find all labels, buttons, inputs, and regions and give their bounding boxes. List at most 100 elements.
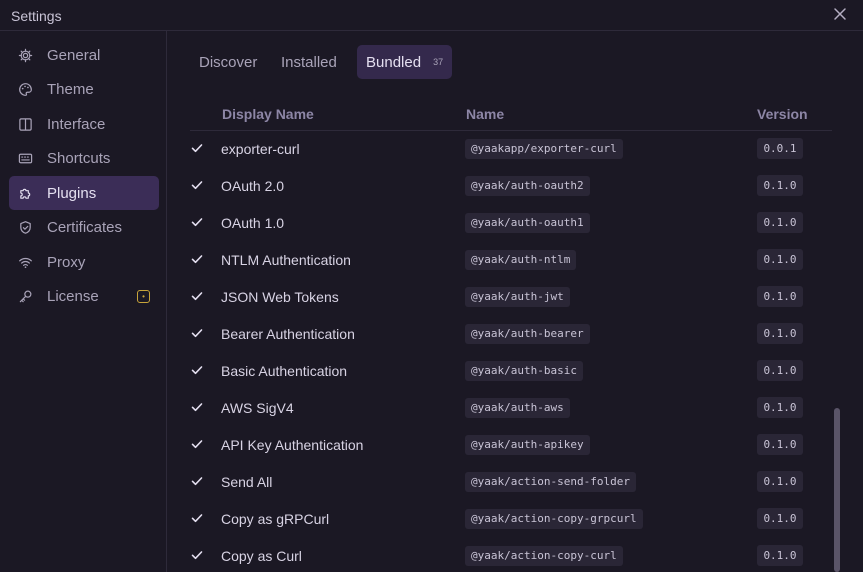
check-icon bbox=[191, 292, 203, 301]
license-warning-badge: • bbox=[137, 290, 150, 303]
plugin-display-name: exporter-curl bbox=[221, 141, 300, 157]
gear-icon bbox=[17, 47, 33, 63]
column-header-name: Name bbox=[466, 106, 505, 122]
table-row[interactable]: Bearer Authentication @yaak/auth-bearer 0.… bbox=[190, 316, 832, 353]
sidebar-item-label: Theme bbox=[47, 80, 94, 98]
plugin-display-name: AWS SigV4 bbox=[221, 400, 294, 416]
sidebar: General Theme Interface Shortcuts Plugin… bbox=[0, 31, 167, 572]
plugin-enabled-checkbox[interactable] bbox=[190, 400, 204, 414]
plugin-version: 0.1.0 bbox=[757, 175, 803, 196]
plugin-enabled-checkbox[interactable] bbox=[190, 289, 204, 303]
table-row[interactable]: NTLM Authentication @yaak/auth-ntlm 0.1.0 bbox=[190, 242, 832, 279]
check-icon bbox=[191, 181, 203, 190]
plugin-version: 0.1.0 bbox=[757, 323, 803, 344]
plugin-enabled-checkbox[interactable] bbox=[190, 215, 204, 229]
plugin-enabled-checkbox[interactable] bbox=[190, 511, 204, 525]
sidebar-item-label: Certificates bbox=[47, 218, 123, 236]
check-icon bbox=[191, 514, 203, 523]
plugin-display-name: NTLM Authentication bbox=[221, 252, 351, 268]
plugin-enabled-checkbox[interactable] bbox=[190, 178, 204, 192]
plugin-version: 0.1.0 bbox=[757, 434, 803, 455]
columns-icon bbox=[17, 116, 33, 132]
plugin-version: 0.1.0 bbox=[757, 286, 803, 307]
plugin-version: 0.1.0 bbox=[757, 545, 803, 566]
sidebar-item-label: Shortcuts bbox=[47, 149, 111, 167]
sidebar-item-label: Proxy bbox=[47, 253, 86, 271]
check-icon bbox=[191, 144, 203, 153]
sidebar-item-theme[interactable]: Theme bbox=[9, 72, 159, 106]
plugin-version: 0.1.0 bbox=[757, 471, 803, 492]
table-row[interactable]: Copy as Curl @yaak/action-copy-curl 0.1.0 bbox=[190, 538, 832, 572]
check-icon bbox=[191, 440, 203, 449]
table-row[interactable]: Basic Authentication @yaak/auth-basic 0.1.… bbox=[190, 353, 832, 390]
plugin-package-name: @yaak/auth-oauth2 bbox=[465, 176, 590, 196]
plugin-version: 0.1.0 bbox=[757, 249, 803, 270]
plugin-version: 0.1.0 bbox=[757, 360, 803, 381]
table-row[interactable]: Send All @yaak/action-send-folder 0.1.0 bbox=[190, 464, 832, 501]
wifi-icon bbox=[17, 254, 33, 270]
plugin-package-name: @yaak/auth-bearer bbox=[465, 324, 590, 344]
check-icon bbox=[191, 403, 203, 412]
plugin-display-name: JSON Web Tokens bbox=[221, 289, 339, 305]
table-row[interactable]: exporter-curl @yaakapp/exporter-curl 0.0.1 bbox=[190, 131, 832, 168]
close-icon[interactable] bbox=[832, 6, 848, 22]
tab-installed[interactable]: Installed bbox=[272, 45, 346, 79]
plugin-enabled-checkbox[interactable] bbox=[190, 141, 204, 155]
tab-label: Bundled bbox=[366, 53, 422, 71]
shield-check-icon bbox=[17, 219, 33, 235]
tab-count: 37 bbox=[433, 57, 444, 67]
plugin-display-name: Bearer Authentication bbox=[221, 326, 355, 342]
plugin-package-name: @yaak/auth-oauth1 bbox=[465, 213, 590, 233]
sidebar-item-label: Plugins bbox=[47, 184, 97, 202]
table-row[interactable]: API Key Authentication @yaak/auth-apikey 0… bbox=[190, 427, 832, 464]
sidebar-item-general[interactable]: General bbox=[9, 38, 159, 72]
plugin-package-name: @yaak/action-copy-curl bbox=[465, 546, 623, 566]
table-row[interactable]: OAuth 2.0 @yaak/auth-oauth2 0.1.0 bbox=[190, 168, 832, 205]
sidebar-item-proxy[interactable]: Proxy bbox=[9, 245, 159, 279]
sidebar-item-certificates[interactable]: Certificates bbox=[9, 210, 159, 244]
plugin-version: 0.1.0 bbox=[757, 508, 803, 529]
sidebar-item-plugins[interactable]: Plugins bbox=[9, 176, 159, 210]
plugin-enabled-checkbox[interactable] bbox=[190, 326, 204, 340]
plugin-enabled-checkbox[interactable] bbox=[190, 363, 204, 377]
plugin-enabled-checkbox[interactable] bbox=[190, 252, 204, 266]
check-icon bbox=[191, 255, 203, 264]
sidebar-item-interface[interactable]: Interface bbox=[9, 107, 159, 141]
sidebar-item-license[interactable]: License • bbox=[9, 279, 159, 313]
table-row[interactable]: Copy as gRPCurl @yaak/action-copy-grpcurl… bbox=[190, 501, 832, 538]
scrollbar-thumb[interactable] bbox=[834, 408, 840, 572]
sidebar-item-label: General bbox=[47, 46, 101, 64]
check-icon bbox=[191, 329, 203, 338]
plugin-display-name: Copy as Curl bbox=[221, 548, 302, 564]
plugin-display-name: OAuth 2.0 bbox=[221, 178, 285, 194]
table-row[interactable]: OAuth 1.0 @yaak/auth-oauth1 0.1.0 bbox=[190, 205, 832, 242]
plugin-package-name: @yaak/auth-jwt bbox=[465, 287, 570, 307]
puzzle-icon bbox=[17, 185, 33, 201]
plugin-package-name: @yaak/auth-apikey bbox=[465, 435, 590, 455]
title-bar: Settings bbox=[0, 0, 863, 31]
plugin-display-name: Send All bbox=[221, 474, 273, 490]
plugin-package-name: @yaak/auth-ntlm bbox=[465, 250, 577, 270]
tab-label: Discover bbox=[199, 53, 258, 71]
plugin-display-name: Basic Authentication bbox=[221, 363, 348, 379]
check-icon bbox=[191, 477, 203, 486]
sidebar-item-shortcuts[interactable]: Shortcuts bbox=[9, 141, 159, 175]
window-title: Settings bbox=[11, 8, 62, 24]
plugin-enabled-checkbox[interactable] bbox=[190, 548, 204, 562]
plugin-display-name: Copy as gRPCurl bbox=[221, 511, 330, 527]
check-icon bbox=[191, 218, 203, 227]
tab-bundled[interactable]: Bundled 37 bbox=[357, 45, 453, 79]
keyboard-icon bbox=[17, 150, 33, 166]
plugin-package-name: @yaak/action-copy-grpcurl bbox=[465, 509, 643, 529]
sidebar-item-label: Interface bbox=[47, 115, 106, 133]
table-row[interactable]: JSON Web Tokens @yaak/auth-jwt 0.1.0 bbox=[190, 279, 832, 316]
plugin-enabled-checkbox[interactable] bbox=[190, 474, 204, 488]
plugin-enabled-checkbox[interactable] bbox=[190, 437, 204, 451]
tab-label: Installed bbox=[281, 53, 337, 71]
table-row[interactable]: AWS SigV4 @yaak/auth-aws 0.1.0 bbox=[190, 390, 832, 427]
sidebar-item-label: License bbox=[47, 287, 99, 305]
table-header: Display Name Name Version bbox=[190, 96, 832, 131]
tab-discover[interactable]: Discover bbox=[190, 45, 266, 79]
column-header-display-name: Display Name bbox=[222, 106, 314, 122]
plugin-version: 0.0.1 bbox=[757, 138, 803, 159]
